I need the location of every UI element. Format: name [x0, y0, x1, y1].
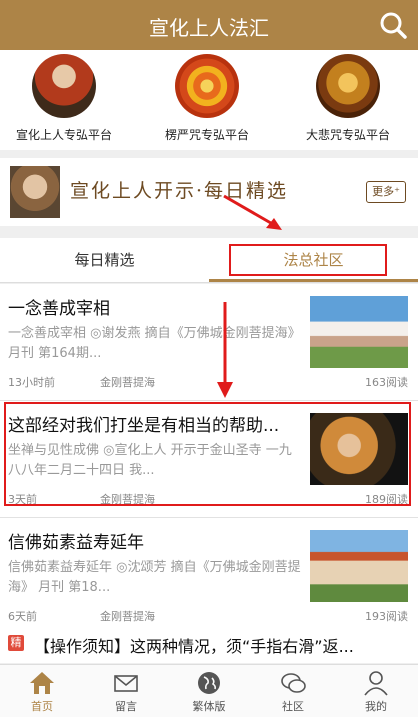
notice-item[interactable]: 精 【操作须知】这两种情况，须“手指右滑”返...: [0, 625, 418, 663]
article-thumbnail: [310, 530, 408, 602]
platform-great-compassion[interactable]: 大悲咒专弘平台: [288, 54, 408, 143]
nav-profile[interactable]: 我的: [334, 665, 418, 717]
article-reads: 193阅读: [365, 610, 408, 623]
platform-label: 宣化上人专弘平台: [15, 128, 112, 142]
platform-shurangama[interactable]: 楞严咒专弘平台: [147, 54, 267, 143]
chat-icon: [281, 673, 306, 693]
nav-label: 首页: [31, 700, 53, 713]
nav-messages[interactable]: 留言: [84, 665, 168, 717]
article-time: 6天前: [8, 610, 37, 623]
notice-text: 【操作须知】这两种情况，须“手指右滑”返...: [34, 637, 354, 656]
article-time: 13小时前: [8, 376, 55, 389]
tab-indicator: [209, 279, 418, 282]
nav-label: 留言: [115, 700, 137, 713]
platform-xuanhua-avatar: [32, 54, 96, 118]
arrow-annotation-icon: [217, 302, 233, 398]
home-icon: [30, 672, 54, 694]
community-tab-annotation: [229, 244, 387, 276]
article-title: 信佛茹素益寿延年: [8, 533, 144, 553]
mail-icon: [114, 675, 138, 692]
article-source: 金刚菩提海: [100, 610, 155, 623]
nav-traditional[interactable]: 繁体版: [167, 665, 251, 717]
more-button[interactable]: 更多⁺: [366, 181, 406, 203]
platform-shurangama-avatar: [175, 54, 239, 118]
globe-icon: [198, 672, 220, 694]
article-desc: 一念善成宰相 ◎谢发燕 摘自《万佛城金刚菩提海》 月刊 第164期...: [8, 326, 301, 361]
nav-community[interactable]: 社区: [251, 665, 335, 717]
banner-portrait: [10, 166, 60, 218]
platform-label: 大悲咒专弘平台: [305, 128, 390, 142]
featured-badge: 精: [8, 635, 24, 651]
platform-xuanhua[interactable]: 宣化上人专弘平台: [4, 54, 124, 143]
nav-label: 我的: [365, 700, 387, 713]
article-title: 一念善成宰相: [8, 299, 110, 319]
platform-great-compassion-avatar: [316, 54, 380, 118]
article-item[interactable]: 信佛茹素益寿延年 信佛茹素益寿延年 ◎沈颂芳 摘自《万佛城金刚菩提海》 月刊 第…: [0, 518, 418, 635]
article-thumbnail: [310, 296, 408, 368]
platform-row: 宣化上人专弘平台 楞严咒专弘平台 大悲咒专弘平台: [0, 50, 418, 150]
daily-banner[interactable]: 宣化上人开示·每日精选 更多⁺: [0, 158, 418, 226]
nav-label: 繁体版: [192, 700, 226, 713]
nav-label: 社区: [282, 700, 304, 713]
tab-daily[interactable]: 每日精选: [0, 238, 209, 282]
user-icon: [364, 671, 388, 696]
article-highlight-annotation: [4, 402, 411, 506]
arrow-annotation-icon: [223, 194, 282, 230]
platform-label: 楞严咒专弘平台: [164, 128, 249, 142]
article-reads: 163阅读: [365, 376, 408, 389]
app-header: 宣化上人法汇: [0, 0, 418, 50]
search-icon[interactable]: [378, 10, 408, 40]
bottom-nav: 首页 留言 繁体版 社区 我的: [0, 664, 418, 717]
nav-home[interactable]: 首页: [0, 665, 84, 717]
article-desc: 信佛茹素益寿延年 ◎沈颂芳 摘自《万佛城金刚菩提海》 月刊 第18...: [8, 560, 301, 595]
article-item[interactable]: 一念善成宰相 一念善成宰相 ◎谢发燕 摘自《万佛城金刚菩提海》 月刊 第164期…: [0, 284, 418, 401]
app-title: 宣化上人法汇: [149, 16, 269, 40]
article-source: 金刚菩提海: [100, 376, 155, 389]
